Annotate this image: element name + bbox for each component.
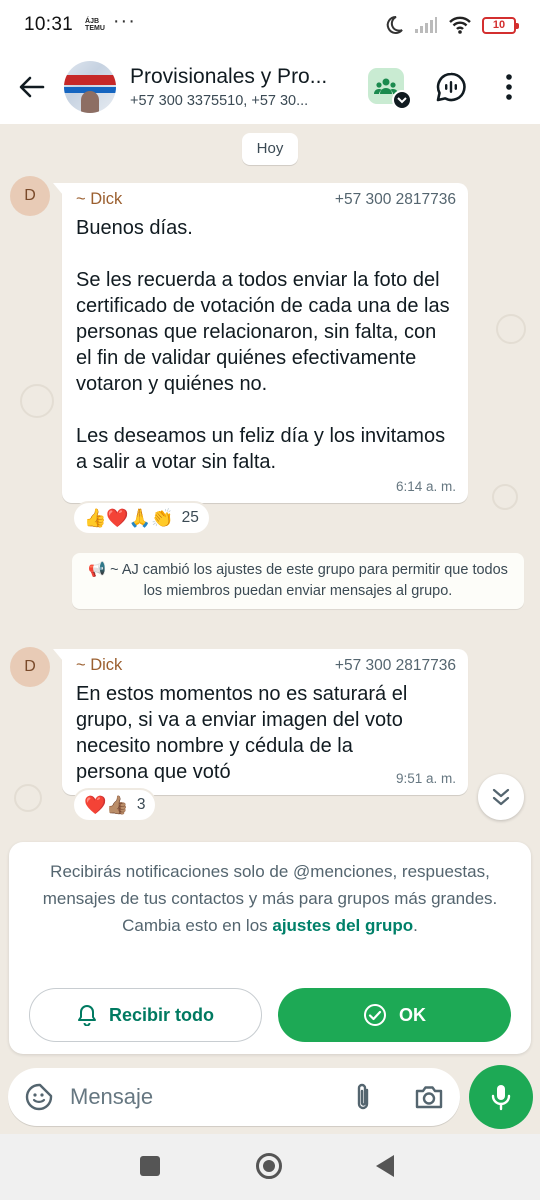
sender-phone[interactable]: +57 300 2817736 [335, 657, 456, 675]
reaction-count: 3 [136, 796, 146, 813]
microphone-icon [491, 1085, 511, 1111]
message-reactions[interactable]: 👍❤️🙏👏 25 [72, 501, 211, 535]
group-members-subtitle: +57 300 3375510, +57 30... [130, 93, 309, 109]
temu-notification-icon: ÁJB TEMU [85, 18, 105, 32]
sender-name[interactable]: ~ Dick [76, 190, 122, 209]
paperclip-icon [357, 1083, 369, 1110]
sender-avatar[interactable]: D [10, 176, 50, 216]
notice-text: Recibirás notificaciones solo de @mencio… [42, 862, 498, 935]
group-avatar[interactable] [64, 61, 116, 113]
status-bar: 10:31 ÁJB TEMU ··· 10 [0, 0, 540, 50]
double-chevron-down-icon [492, 788, 510, 806]
message-text: Buenos días. Se les recuerda a todos env… [76, 217, 450, 473]
ok-button[interactable]: OK [278, 988, 511, 1042]
sticker-button[interactable] [8, 1068, 70, 1126]
message-bubble[interactable]: ~ Dick +57 300 2817736 En estos momentos… [53, 649, 468, 795]
system-message: 📢 ~ AJ cambió los ajustes de este grupo … [72, 553, 524, 609]
reaction-emojis: ❤️👍🏽 [84, 794, 129, 815]
chat-header: Provisionales y Pro... +57 300 3375510, … [0, 50, 540, 124]
reaction-count: 25 [181, 509, 199, 526]
more-notifications-icon: ··· [112, 9, 136, 32]
recent-apps-icon[interactable] [140, 1156, 160, 1176]
clock: 10:31 [24, 14, 74, 35]
receive-all-label: Recibir todo [108, 1004, 214, 1025]
message-text: En estos momentos no es saturará el grup… [76, 683, 408, 783]
scroll-to-bottom-button[interactable] [478, 774, 524, 820]
arrow-left-icon [19, 76, 45, 98]
camera-icon [415, 1086, 443, 1109]
group-title: Provisionales y Pro... [130, 65, 328, 88]
battery-icon: 10 [482, 16, 519, 34]
camera-button[interactable] [410, 1080, 448, 1114]
system-navigation-bar [0, 1134, 540, 1200]
voice-message-button[interactable] [469, 1065, 533, 1129]
receive-all-button[interactable]: Recibir todo [29, 988, 262, 1042]
signal-icon [415, 17, 437, 33]
sender-phone[interactable]: +57 300 2817736 [335, 191, 456, 209]
reaction-emojis: 👍❤️🙏👏 [84, 507, 174, 528]
back-triangle-icon[interactable] [376, 1155, 394, 1177]
do-not-disturb-moon-icon [386, 15, 403, 34]
sender-name[interactable]: ~ Dick [76, 656, 122, 675]
message-composer [8, 1068, 460, 1126]
voice-chat-button[interactable] [434, 70, 468, 104]
chevron-down-icon [392, 90, 412, 110]
audio-chat-icon [436, 72, 466, 102]
community-button[interactable] [368, 68, 412, 110]
message-input[interactable] [70, 1084, 320, 1110]
notification-settings-card: Recibirás notificaciones solo de @mencio… [9, 842, 531, 1054]
back-button[interactable] [0, 50, 64, 124]
more-vertical-icon [506, 74, 512, 100]
group-info[interactable]: Provisionales y Pro... +57 300 3375510, … [130, 65, 350, 109]
bell-icon [77, 1005, 96, 1026]
check-circle-icon [364, 1004, 386, 1026]
message-bubble[interactable]: ~ Dick +57 300 2817736 Buenos días. Se l… [53, 183, 468, 503]
group-settings-link[interactable]: ajustes del grupo [272, 916, 413, 935]
sender-avatar[interactable]: D [10, 647, 50, 687]
message-time: 6:14 a. m. [395, 479, 456, 494]
status-notification-icons: ÁJB TEMU ··· [85, 10, 136, 33]
ok-label: OK [399, 1004, 426, 1025]
wifi-icon [449, 16, 471, 34]
message-reactions[interactable]: ❤️👍🏽 3 [72, 788, 158, 822]
date-separator: Hoy [242, 133, 298, 165]
overflow-menu-button[interactable] [494, 70, 524, 104]
sticker-smiley-icon [25, 1083, 53, 1111]
attach-button[interactable] [346, 1080, 380, 1114]
status-system-icons: 10 [384, 15, 519, 35]
home-icon[interactable] [256, 1153, 282, 1179]
